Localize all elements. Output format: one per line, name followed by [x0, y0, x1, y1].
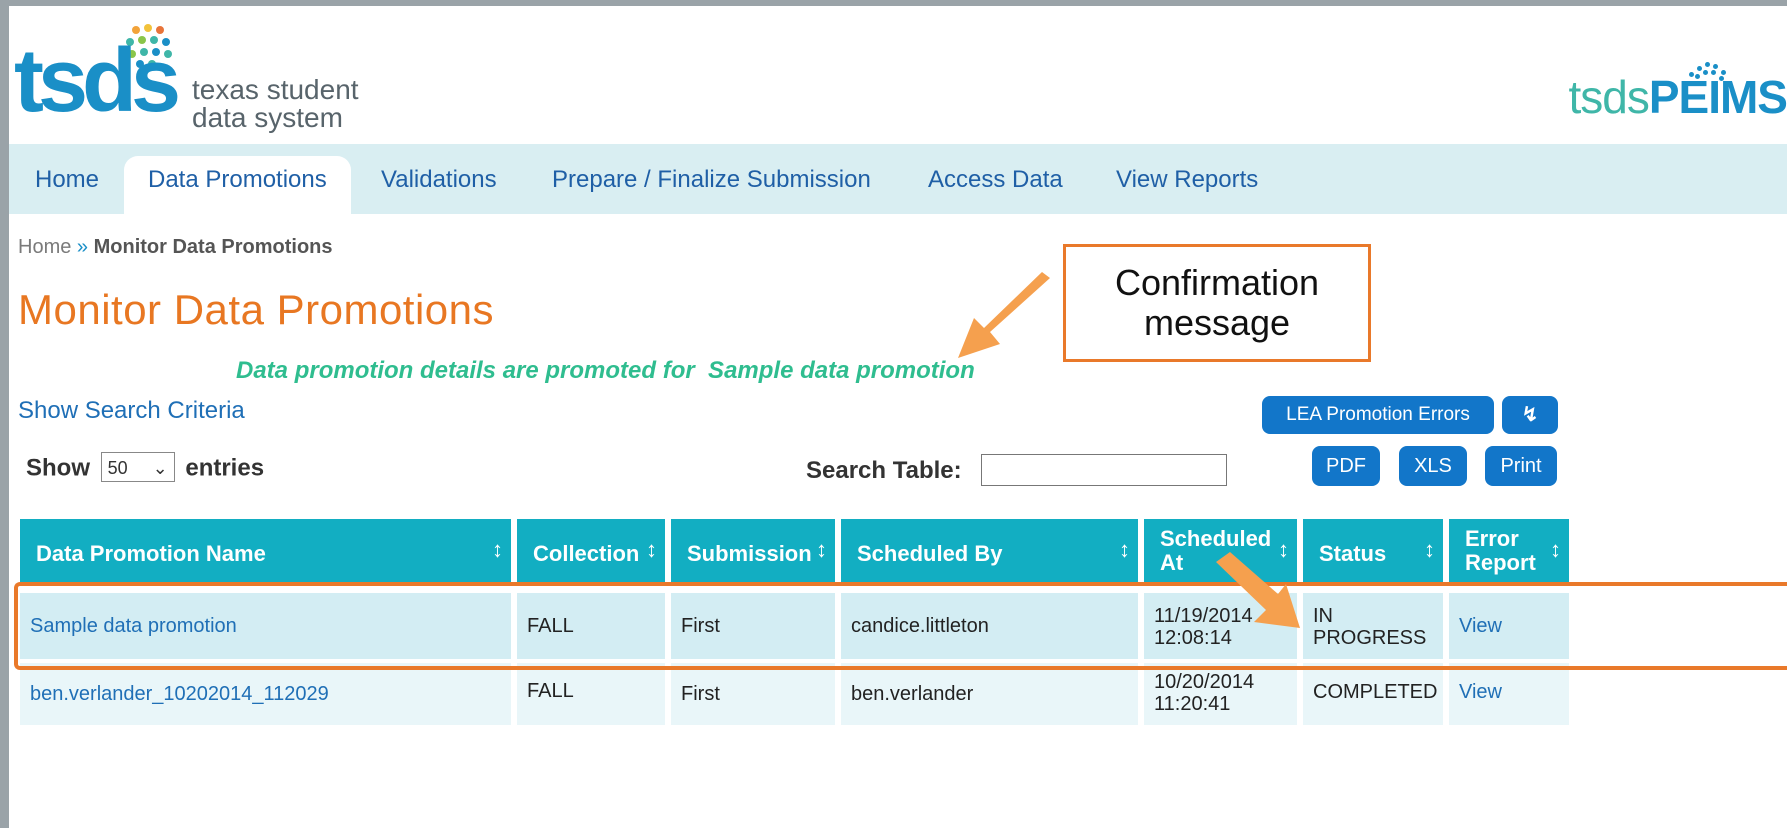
col-header-submission[interactable]: Submission ↕	[671, 519, 835, 585]
col-header-name[interactable]: Data Promotion Name ↕	[20, 519, 511, 585]
breadcrumb-separator: »	[76, 236, 89, 258]
sort-icon: ↕	[816, 537, 827, 562]
col-header-name-label: Data Promotion Name	[36, 541, 266, 566]
col-header-scheduled-by[interactable]: Scheduled By ↕	[841, 519, 1138, 585]
brand-prefix: tsds	[1568, 71, 1649, 123]
entries-suffix-label: entries	[185, 454, 265, 482]
breadcrumb-current: Monitor Data Promotions	[93, 236, 333, 258]
col-header-scheduled-at-line1: Scheduled	[1160, 526, 1272, 551]
col-header-error-report[interactable]: Error Report ↕	[1449, 519, 1569, 585]
page-title: Monitor Data Promotions	[18, 286, 495, 333]
promotion-name-link[interactable]: ben.verlander_10202014_112029	[30, 683, 329, 705]
nav-home[interactable]: Home	[35, 144, 99, 214]
xls-button[interactable]: XLS	[1399, 446, 1467, 486]
logo-subtitle-line1: texas student	[192, 74, 359, 105]
chevron-down-icon: ⌄	[152, 458, 168, 478]
breadcrumb: Home » Monitor Data Promotions	[18, 236, 333, 259]
sort-icon: ↕	[646, 537, 657, 562]
cell-status-line2: PROGRESS	[1313, 627, 1427, 649]
refresh-button[interactable]: ↯	[1502, 396, 1558, 434]
cell-date: 10/20/2014	[1154, 671, 1255, 693]
cell-status-line1: IN	[1313, 605, 1333, 627]
col-header-error-report-line1: Error	[1465, 526, 1519, 551]
col-header-status[interactable]: Status ↕	[1303, 519, 1443, 585]
cell-scheduled-by: ben.verlander	[841, 663, 1138, 725]
nav-validations[interactable]: Validations	[381, 144, 497, 214]
cell-collection: FALL	[517, 663, 665, 725]
tsds-peims-brand: tsdsPEIMS	[1568, 70, 1787, 124]
cell-scheduled-at: 11/19/2014 12:08:14	[1144, 593, 1297, 659]
col-header-scheduled-at-line2: At	[1160, 550, 1184, 575]
sort-icon: ↕	[1278, 537, 1289, 562]
view-error-report-link[interactable]: View	[1459, 615, 1502, 637]
logo-subtitle: texas student data system	[192, 76, 359, 132]
nav-prepare-finalize[interactable]: Prepare / Finalize Submission	[552, 144, 871, 214]
confirmation-message: Data promotion details are promoted for …	[236, 357, 975, 384]
entries-select[interactable]: 50 ⌄	[100, 452, 175, 482]
cell-collection: FALL	[517, 593, 665, 659]
brand-name: PEIMS	[1648, 71, 1787, 123]
col-header-status-label: Status	[1319, 541, 1387, 566]
main-nav: Home Data Promotions Validations Prepare…	[9, 144, 1787, 214]
cell-status: COMPLETED	[1303, 663, 1443, 725]
col-header-scheduled-at[interactable]: Scheduled At ↕	[1144, 519, 1297, 585]
view-error-report-link[interactable]: View	[1459, 681, 1502, 703]
tsds-logo[interactable]: tsds texas student data system	[14, 24, 394, 134]
sort-icon: ↕	[1550, 537, 1561, 562]
nav-access-data[interactable]: Access Data	[928, 144, 1063, 214]
nav-data-promotions[interactable]: Data Promotions	[124, 156, 351, 214]
col-header-error-report-label: Error Report	[1465, 527, 1536, 575]
nav-view-reports[interactable]: View Reports	[1116, 144, 1258, 214]
col-header-collection[interactable]: Collection ↕	[517, 519, 665, 585]
entries-value: 50	[107, 458, 128, 478]
cell-submission: First	[671, 593, 835, 659]
refresh-icon: ↯	[1521, 404, 1539, 426]
cell-status: IN PROGRESS	[1303, 593, 1443, 659]
entries-show-label: Show	[26, 454, 90, 482]
cell-scheduled-at: 10/20/2014 11:20:41	[1144, 663, 1297, 725]
cell-error-report: View	[1449, 663, 1569, 725]
callout-line1: Confirmation	[1114, 262, 1320, 303]
col-header-submission-label: Submission	[687, 541, 812, 566]
promotion-name-link[interactable]: Sample data promotion	[30, 615, 237, 637]
cell-name: Sample data promotion	[20, 593, 511, 659]
search-table-input[interactable]	[981, 454, 1227, 486]
col-header-error-report-line2: Report	[1465, 550, 1536, 575]
lea-promotion-errors-button[interactable]: LEA Promotion Errors	[1262, 396, 1494, 434]
col-header-scheduled-at-label: Scheduled At	[1160, 527, 1271, 575]
callout-box: Confirmation message	[1063, 244, 1371, 362]
cell-status-line1: COMPLETED	[1313, 681, 1438, 703]
col-header-collection-label: Collection	[533, 541, 640, 566]
search-table-label: Search Table:	[806, 457, 962, 484]
pdf-button[interactable]: PDF	[1312, 446, 1380, 486]
callout-line2: message	[1143, 302, 1291, 343]
sort-icon: ↕	[492, 537, 503, 562]
show-search-criteria-link[interactable]: Show Search Criteria	[18, 397, 245, 425]
entries-control: Show 50 ⌄ entries	[26, 452, 265, 484]
cell-time: 12:08:14	[1154, 627, 1232, 649]
sort-icon: ↕	[1119, 537, 1130, 562]
sort-icon: ↕	[1424, 537, 1435, 562]
cell-time: 11:20:41	[1154, 693, 1231, 715]
logo-subtitle-line2: data system	[192, 102, 343, 133]
cell-date: 11/19/2014	[1154, 605, 1253, 627]
breadcrumb-home[interactable]: Home	[18, 236, 71, 258]
print-button[interactable]: Print	[1485, 446, 1557, 486]
logo-letters: tsds	[14, 31, 181, 131]
col-header-scheduled-by-label: Scheduled By	[857, 541, 1003, 566]
cell-submission: First	[671, 663, 835, 725]
cell-scheduled-by: candice.littleton	[841, 593, 1138, 659]
cell-name: ben.verlander_10202014_112029	[20, 663, 511, 725]
cell-error-report: View	[1449, 593, 1569, 659]
